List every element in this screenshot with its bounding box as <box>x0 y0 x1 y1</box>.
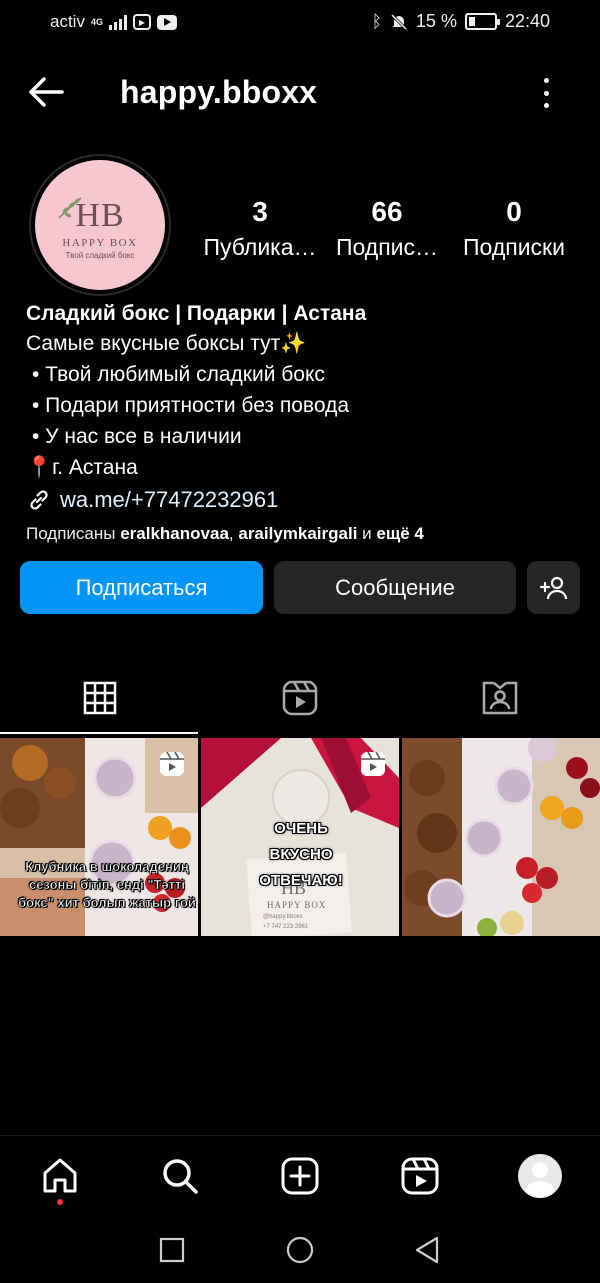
logo-name: HAPPY BOX <box>62 236 138 249</box>
reel-badge-icon <box>361 751 385 776</box>
reels-icon <box>282 680 318 716</box>
back-system-button[interactable] <box>412 1235 442 1265</box>
stat-value: 66 <box>371 196 403 227</box>
status-right: ᛒ 15 % 22:40 <box>372 11 550 32</box>
bio-line: Самые вкусные боксы тут✨ <box>26 332 307 355</box>
bio-display-name: Сладкий бокс | Подарки | Астана <box>26 302 367 325</box>
home-system-button[interactable] <box>285 1235 315 1265</box>
followed-and: и <box>357 524 377 543</box>
nav-home[interactable] <box>38 1154 82 1198</box>
back-arrow-icon[interactable] <box>26 74 66 110</box>
back-triangle-icon <box>415 1236 439 1264</box>
recent-apps-icon <box>159 1237 185 1263</box>
stat-posts[interactable]: 3 Публика… <box>201 196 319 261</box>
leaf-branch-icon <box>58 197 82 219</box>
profile-stats: 3 Публика… 66 Подпис… 0 Подписки <box>190 196 590 266</box>
stat-label: Подписки <box>463 234 565 260</box>
more-options-icon[interactable] <box>534 78 558 108</box>
post-caption: ОЧЕНЬ ВКУСНО ОТВЕЧАЮ! <box>259 820 343 889</box>
stat-label: Подпис… <box>335 234 439 260</box>
stat-following[interactable]: 0 Подписки <box>456 196 572 261</box>
network-type: 4G <box>90 17 103 27</box>
card-name: HAPPY BOX <box>267 900 327 910</box>
nav-profile[interactable] <box>518 1154 562 1198</box>
nav-create[interactable] <box>278 1154 322 1198</box>
followed-separator: , <box>228 524 239 543</box>
profile-icon <box>518 1154 562 1198</box>
content-tabs <box>0 660 600 736</box>
bio-location: 📍г. Астана <box>26 456 138 479</box>
nav-search[interactable] <box>158 1154 202 1198</box>
profile-header: happy.bboxx <box>0 60 600 124</box>
nav-reels[interactable] <box>398 1154 442 1198</box>
bio-link[interactable]: wa.me/+77472232961 <box>26 483 586 517</box>
battery-icon <box>464 13 500 30</box>
stat-value: 3 <box>252 196 268 227</box>
bottom-navigation <box>0 1135 600 1217</box>
tab-tagged[interactable] <box>400 660 600 736</box>
profile-bio: Сладкий бокс | Подарки | Астана Самые вк… <box>26 300 586 549</box>
stat-followers[interactable]: 66 Подпис… <box>330 196 444 261</box>
card-phone: +7 747 223 2961 <box>263 924 309 930</box>
profile-username: happy.bboxx <box>120 74 318 110</box>
tagged-icon <box>482 681 518 715</box>
suggest-people-button[interactable] <box>527 561 580 614</box>
reel-badge-icon <box>160 751 184 776</box>
clock: 22:40 <box>504 11 550 31</box>
post-thumbnail[interactable] <box>402 738 600 936</box>
mute-bell-icon <box>390 13 407 30</box>
bio-bullet: • Твой любимый сладкий бокс <box>32 363 325 386</box>
bio-link-text: wa.me/+77472232961 <box>60 487 279 512</box>
followed-by[interactable]: Подписаны eralkhanovaa, arailymkairgali … <box>26 519 586 549</box>
followed-prefix: Подписаны <box>26 524 121 543</box>
youtube-notification-icon <box>156 14 177 30</box>
post-caption: Клубника в шоколадениң сезоны бітіп, енд… <box>18 859 196 911</box>
sweet-box-photo <box>402 738 600 936</box>
home-icon <box>43 1158 77 1193</box>
tab-posts[interactable] <box>0 660 200 736</box>
add-person-icon <box>539 576 567 599</box>
follower-name: arailymkairgali <box>238 524 358 543</box>
stat-value: 0 <box>506 196 522 227</box>
link-icon <box>30 490 48 510</box>
status-left: activ 4G ▶ <box>50 12 177 32</box>
system-navigation <box>0 1217 600 1283</box>
logo-subtitle: Твой сладкий бокс <box>65 250 135 260</box>
signal-icon <box>108 14 127 30</box>
reels-nav-icon <box>401 1157 439 1195</box>
carrier-label: activ <box>50 12 85 31</box>
recent-apps-button[interactable] <box>157 1235 187 1265</box>
battery-percent: 15 % <box>415 11 457 31</box>
home-notification-dot <box>57 1199 63 1205</box>
status-bar: activ 4G ▶ ᛒ 15 % 22:40 <box>0 0 600 46</box>
search-icon <box>163 1159 198 1194</box>
bluetooth-icon: ᛒ <box>371 11 382 31</box>
active-tab-indicator <box>0 732 198 734</box>
bio-bullet: • Подари приятности без повода <box>32 394 349 417</box>
post-thumbnail[interactable]: HB HAPPY BOX @happy.bboxx +7 747 223 296… <box>201 738 399 936</box>
card-handle: @happy.bboxx <box>263 914 303 920</box>
app-notification-icon: ▶ <box>132 14 151 30</box>
bio-bullet: • У нас все в наличии <box>32 425 242 448</box>
follower-name: eralkhanovaa <box>120 524 229 543</box>
post-thumbnail[interactable]: Клубника в шоколадениң сезоны бітіп, енд… <box>0 738 198 936</box>
profile-avatar: HB HAPPY BOX Твой сладкий бокс <box>35 160 165 290</box>
grid-icon <box>83 681 117 715</box>
follow-button[interactable]: Подписаться <box>20 561 263 614</box>
profile-avatar-ring[interactable]: HB HAPPY BOX Твой сладкий бокс <box>29 154 171 296</box>
message-button[interactable]: Сообщение <box>274 561 516 614</box>
posts-grid: Клубника в шоколадениң сезоны бітіп, енд… <box>0 738 600 936</box>
stat-label: Публика… <box>203 234 317 260</box>
home-circle-icon <box>286 1236 314 1264</box>
followed-more: ещё 4 <box>376 524 424 543</box>
create-icon <box>281 1157 319 1195</box>
tab-reels[interactable] <box>200 660 400 736</box>
